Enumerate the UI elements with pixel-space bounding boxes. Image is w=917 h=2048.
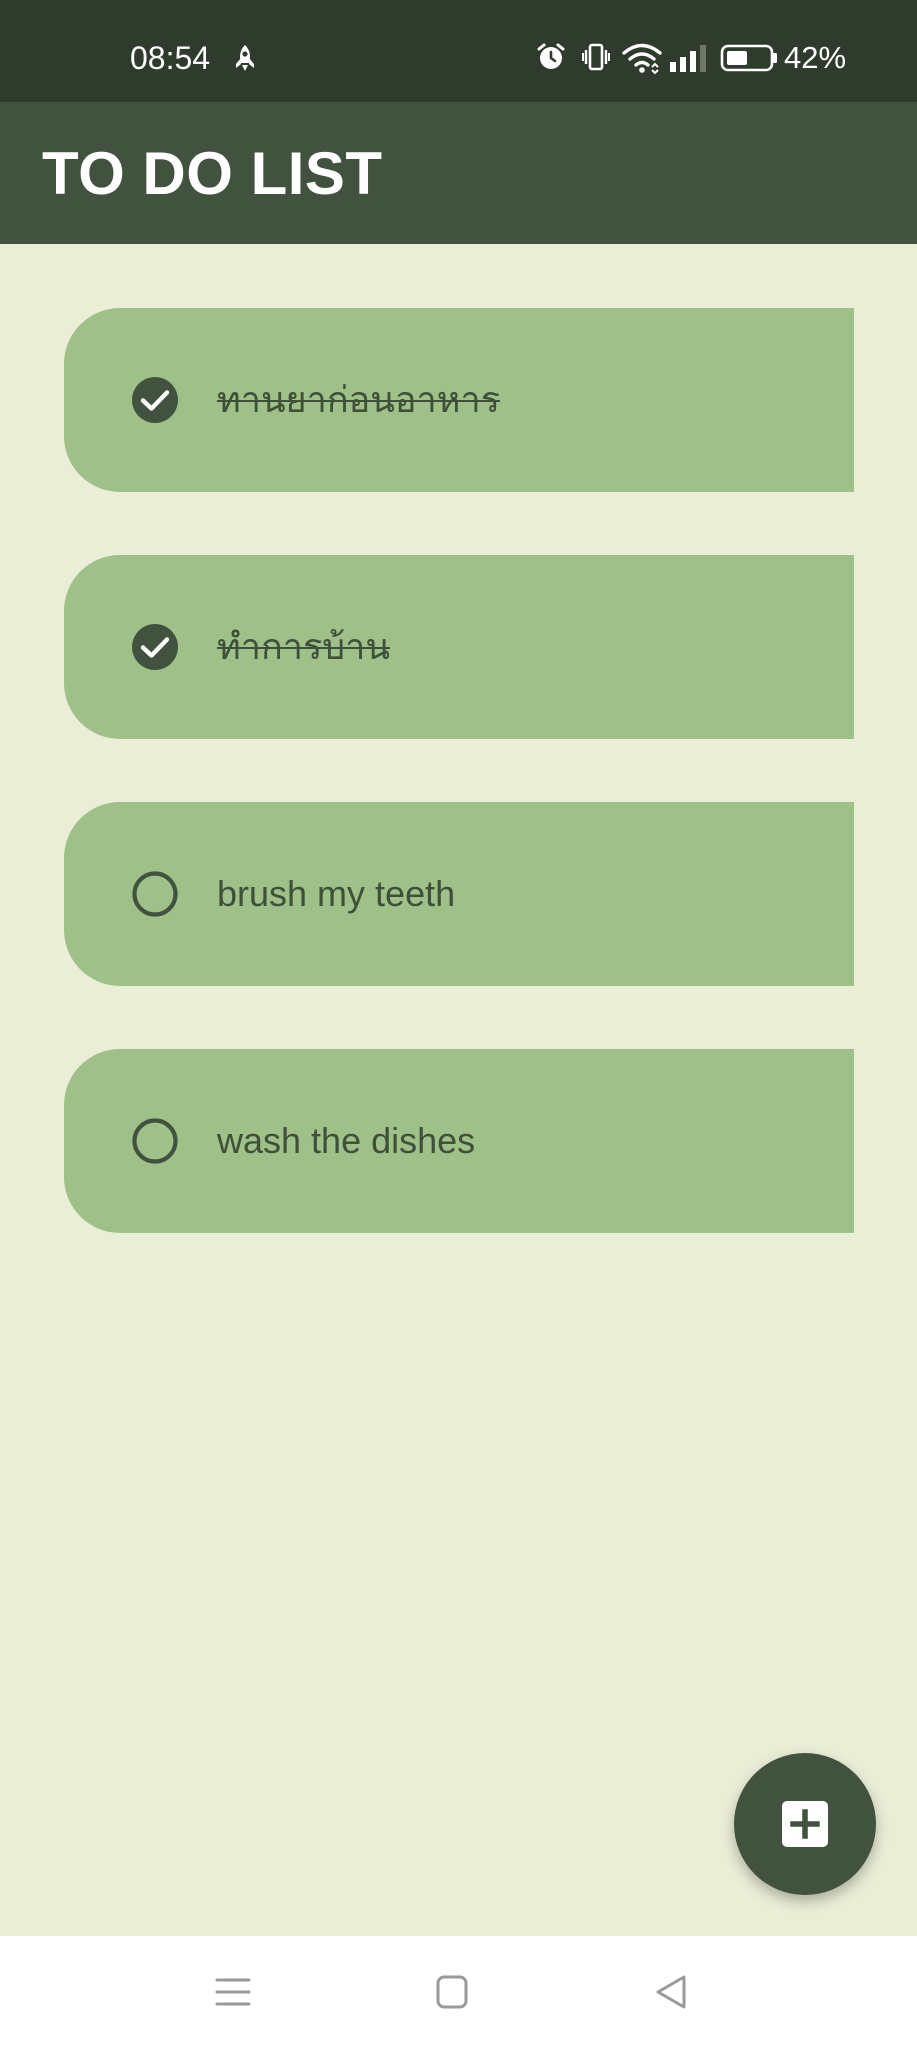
todo-text: ทานยาก่อนอาหาร bbox=[217, 379, 501, 420]
todo-item[interactable]: ทานยาก่อนอาหาร bbox=[64, 308, 854, 492]
back-icon[interactable] bbox=[644, 1964, 700, 2020]
todo-item[interactable]: brush my teeth bbox=[64, 802, 854, 986]
todo-item[interactable]: ทำการบ้าน bbox=[64, 555, 854, 739]
menu-icon[interactable] bbox=[205, 1964, 261, 2020]
todo-list: ทานยาก่อนอาหาร ทำการบ้าน brush my teeth … bbox=[64, 308, 854, 1296]
checked-circle-icon[interactable] bbox=[132, 624, 178, 670]
battery-icon bbox=[720, 44, 777, 72]
todo-item[interactable]: wash the dishes bbox=[64, 1049, 854, 1233]
unchecked-circle-icon[interactable] bbox=[132, 1118, 178, 1164]
signal-icon bbox=[670, 45, 706, 72]
unchecked-circle-icon[interactable] bbox=[132, 871, 178, 917]
battery-percent: 42% bbox=[784, 40, 847, 75]
add-todo-button[interactable] bbox=[734, 1753, 876, 1895]
vibrate-icon bbox=[582, 43, 610, 71]
app-title: TO DO LIST bbox=[42, 140, 383, 207]
todo-text: brush my teeth bbox=[217, 873, 456, 914]
alarm-icon bbox=[537, 43, 565, 69]
home-icon[interactable] bbox=[424, 1964, 480, 2020]
todo-text: ทำการบ้าน bbox=[217, 626, 390, 667]
wifi-icon bbox=[622, 43, 662, 74]
add-icon bbox=[782, 1801, 828, 1847]
checked-circle-icon[interactable] bbox=[132, 377, 178, 423]
status-bar: 08:54 42% bbox=[0, 0, 917, 102]
app-bar: TO DO LIST bbox=[0, 102, 917, 244]
rocket-icon bbox=[236, 45, 254, 71]
system-nav-bar bbox=[0, 1936, 917, 2048]
status-time: 08:54 bbox=[130, 40, 211, 76]
todo-text: wash the dishes bbox=[217, 1120, 476, 1161]
